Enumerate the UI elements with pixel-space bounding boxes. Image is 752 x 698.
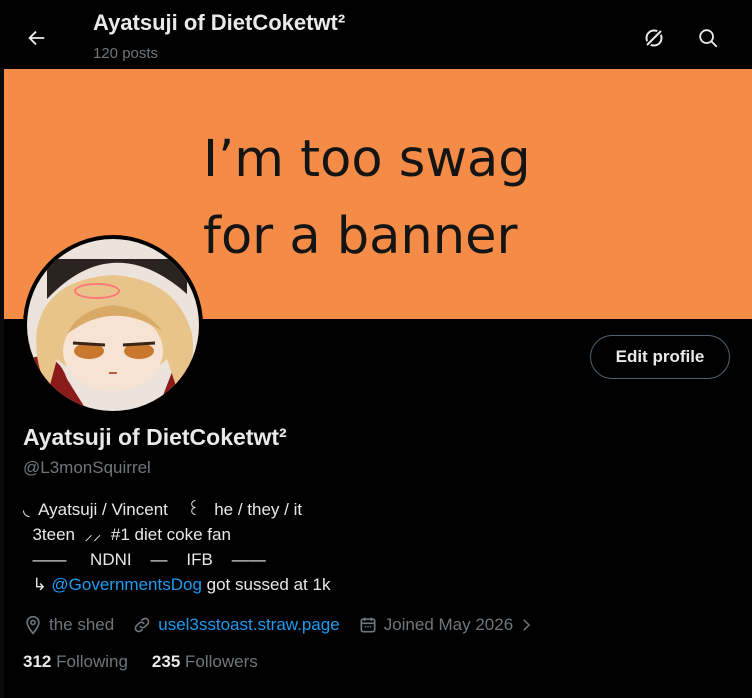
joined-text: Joined May 2026 <box>383 615 514 634</box>
bio-line: —— NDNI — IFB —— <box>23 550 266 569</box>
post-count: 120 posts <box>93 45 159 62</box>
grok-button[interactable] <box>638 22 670 54</box>
header-title: Ayatsuji of DietCoketwt² <box>93 10 346 35</box>
follow-stats: 312 Following 235 Followers <box>23 652 282 672</box>
banner-text: I’m too swag for a banner <box>203 130 531 266</box>
display-name: Ayatsuji of DietCoketwt² <box>23 424 287 450</box>
link-icon <box>134 617 150 633</box>
bio-text: got sussed at 1k <box>201 575 331 594</box>
bio-mention-link[interactable]: @GovernmentsDog <box>51 575 202 594</box>
search-button[interactable] <box>692 22 724 54</box>
avatar[interactable] <box>23 235 203 415</box>
arrow-left-icon <box>28 30 45 46</box>
location-item: the shed <box>23 615 114 635</box>
followers-link[interactable]: 235 Followers <box>152 652 258 672</box>
profile-meta: the shed usel3sstoast.straw.page Joined … <box>23 612 559 638</box>
location-text: the shed <box>49 615 115 634</box>
grok-icon <box>644 28 664 48</box>
avatar-image <box>27 239 199 411</box>
calendar-icon <box>360 617 376 633</box>
following-link[interactable]: 312 Following <box>23 652 128 672</box>
followers-count: 235 <box>151 652 181 671</box>
profile-bio: ◟ Ayatsuji / Vincent ꒰ he / they / it 3t… <box>23 497 330 597</box>
joined-item: Joined May 2026 <box>358 615 541 635</box>
followers-label: Followers <box>185 652 258 671</box>
bio-line: 3teen ⸝⸝ #1 diet coke fan <box>23 525 231 544</box>
search-icon <box>699 29 718 48</box>
edit-profile-button[interactable]: Edit profile <box>590 335 730 379</box>
website-link[interactable]: usel3sstoast.straw.page <box>158 615 339 635</box>
bio-line: ↳ @GovernmentsDog got sussed at 1k <box>23 572 330 597</box>
following-count: 312 <box>23 652 52 671</box>
user-handle: @L3monSquirrel <box>23 458 151 477</box>
bio-arrow: ↳ <box>23 575 52 594</box>
profile-header-bar: Ayatsuji of DietCoketwt² 120 posts <box>0 0 752 68</box>
bio-line: ◟ Ayatsuji / Vincent ꒰ he / they / it <box>23 500 303 519</box>
chevron-right-icon[interactable] <box>517 616 535 634</box>
website-item[interactable]: usel3sstoast.straw.page <box>132 615 340 635</box>
back-button[interactable] <box>20 22 52 54</box>
following-label: Following <box>56 652 128 671</box>
location-pin-icon <box>26 615 40 635</box>
